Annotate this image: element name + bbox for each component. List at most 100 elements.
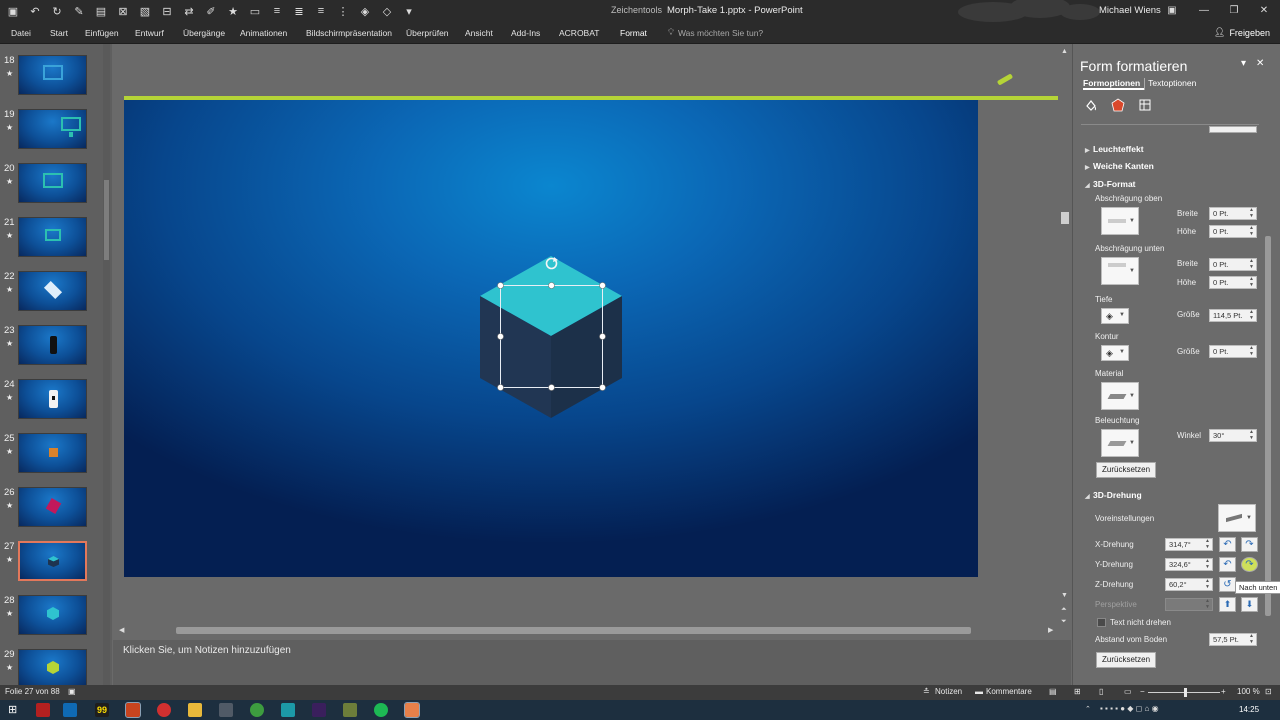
slideshow-view-icon[interactable]: ▭ bbox=[1124, 687, 1132, 696]
customize-qat-icon[interactable]: ▾ bbox=[400, 2, 418, 20]
tab-ansicht[interactable]: Ansicht bbox=[465, 28, 493, 38]
fill-icon[interactable]: ◈ bbox=[356, 2, 374, 20]
lighting-angle-input[interactable]: 30° ▲ ▼ bbox=[1209, 429, 1257, 442]
tab-formoptionen[interactable]: Formoptionen bbox=[1083, 78, 1145, 90]
delete-icon[interactable]: ⊠ bbox=[114, 2, 132, 20]
bevel-bottom-height-input[interactable]: 0 Pt. ▲ ▼ bbox=[1209, 276, 1257, 289]
resize-handle[interactable] bbox=[548, 384, 555, 391]
notes-button[interactable]: Notizen bbox=[935, 687, 962, 696]
notes-icon[interactable]: ≛ bbox=[923, 687, 930, 696]
slide-thumbnail-selected[interactable]: 27 ★ bbox=[0, 541, 112, 593]
scroll-right-icon[interactable]: ▶ bbox=[1048, 626, 1053, 634]
keep-text-flat-checkbox[interactable] bbox=[1097, 618, 1106, 627]
next-slide-icon[interactable]: ⏷ bbox=[1061, 618, 1067, 626]
section-weiche-kanten[interactable]: ▶ Weiche Kanten bbox=[1085, 161, 1154, 171]
undo-icon[interactable]: ↶ bbox=[26, 2, 44, 20]
keep-text-flat-label[interactable]: Text nicht drehen bbox=[1110, 618, 1171, 627]
tray-icons[interactable]: ▪ ▪ ▪ ▪ ● ◆ ◻ ⌂ ◉ bbox=[1100, 704, 1159, 713]
rotate-up-button[interactable]: ↶ bbox=[1219, 557, 1236, 572]
bevel-top-height-input[interactable]: 0 Pt. ▲ ▼ bbox=[1209, 225, 1257, 238]
tab-textoptionen[interactable]: Textoptionen bbox=[1144, 78, 1200, 90]
spin-arrows-icon[interactable]: ▲ ▼ bbox=[1249, 207, 1254, 219]
section-3d-drehung[interactable]: ◢ 3D-Drehung bbox=[1085, 490, 1142, 500]
notes-placeholder[interactable]: Klicken Sie, um Notizen hinzuzufügen bbox=[123, 645, 291, 656]
comments-icon[interactable]: ▬ bbox=[975, 687, 983, 696]
spellcheck-icon[interactable]: ▣ bbox=[68, 687, 76, 696]
align-left-icon[interactable]: ≡ bbox=[268, 2, 286, 20]
tab-uebergaenge[interactable]: Übergänge bbox=[183, 28, 225, 38]
distribute-icon[interactable]: ⋮ bbox=[334, 2, 352, 20]
slide-canvas[interactable] bbox=[124, 100, 978, 577]
picture-icon[interactable]: ▧ bbox=[136, 2, 154, 20]
slideshow-icon[interactable]: ▭ bbox=[246, 2, 264, 20]
tab-ueberpruefen[interactable]: Überprüfen bbox=[406, 28, 449, 38]
close-icon[interactable]: ✕ bbox=[1252, 3, 1276, 19]
lighting-dropdown[interactable]: ▼ bbox=[1101, 429, 1139, 457]
tab-entwurf[interactable]: Entwurf bbox=[135, 28, 164, 38]
reset-3d-rotation-button[interactable]: Zurücksetzen bbox=[1096, 652, 1157, 668]
spin-arrows-icon[interactable]: ▲ ▼ bbox=[1249, 309, 1254, 321]
acrobat-icon[interactable] bbox=[36, 703, 50, 717]
slide-thumbnail[interactable]: 19 ★ bbox=[0, 109, 112, 161]
align-right-icon[interactable]: ≡ bbox=[312, 2, 330, 20]
fit-slide-icon[interactable]: ⊡ bbox=[1265, 687, 1272, 696]
resize-handle[interactable] bbox=[497, 282, 504, 289]
spin-arrows-icon[interactable]: ▲ ▼ bbox=[1205, 578, 1210, 590]
rotate-left-button[interactable]: ↶ bbox=[1219, 537, 1236, 552]
bevel-top-dropdown[interactable]: ▼ bbox=[1101, 207, 1139, 235]
file-explorer-icon[interactable] bbox=[188, 703, 202, 717]
pane-close-icon[interactable]: ✕ bbox=[1256, 58, 1264, 69]
x-rotation-input[interactable]: 314,7° ▲ ▼ bbox=[1165, 538, 1213, 551]
spin-arrows-icon[interactable]: ▲ ▼ bbox=[1205, 538, 1210, 550]
slide-thumbnail[interactable]: 26 ★ bbox=[0, 487, 112, 539]
align-icon[interactable]: ⊟ bbox=[158, 2, 176, 20]
tab-datei[interactable]: Datei bbox=[11, 28, 31, 38]
ribbon-display-icon[interactable]: ▣ bbox=[1160, 3, 1184, 19]
scrollbar-thumb[interactable] bbox=[104, 180, 109, 260]
size-properties-icon[interactable] bbox=[1136, 96, 1154, 114]
scrollbar-thumb[interactable] bbox=[1061, 212, 1069, 224]
rotate-counterclockwise-button[interactable]: ↺ bbox=[1219, 577, 1236, 592]
slide-thumbnail[interactable]: 29 ★ bbox=[0, 649, 112, 685]
opera-icon[interactable] bbox=[157, 703, 171, 717]
slide-thumbnail[interactable]: 23 ★ bbox=[0, 325, 112, 377]
spotify-icon[interactable] bbox=[374, 703, 388, 717]
spin-arrows-icon[interactable]: ▲ ▼ bbox=[1249, 345, 1254, 357]
arrange-icon[interactable]: ⇄ bbox=[180, 2, 198, 20]
windows-start-icon[interactable]: ⊞ bbox=[8, 703, 17, 716]
depth-color-dropdown[interactable]: ◈ ▼ bbox=[1101, 308, 1129, 324]
material-dropdown[interactable]: ▼ bbox=[1101, 382, 1139, 410]
resize-handle[interactable] bbox=[548, 282, 555, 289]
section-leuchteffekt[interactable]: ▶ Leuchteffekt bbox=[1085, 144, 1144, 154]
slide-thumbnail[interactable]: 20 ★ bbox=[0, 163, 112, 215]
pane-options-icon[interactable]: ▾ bbox=[1241, 58, 1246, 69]
normal-view-icon[interactable]: ▤ bbox=[1049, 687, 1057, 696]
tell-me-box[interactable]: 💡︎ Was möchten Sie tun? bbox=[668, 27, 763, 38]
scroll-down-icon[interactable]: ▼ bbox=[1061, 592, 1068, 599]
perspective-decrease-button[interactable]: ⬇ bbox=[1241, 597, 1258, 612]
tab-start[interactable]: Start bbox=[50, 28, 68, 38]
reset-3d-format-button[interactable]: Zurücksetzen bbox=[1096, 462, 1157, 478]
spin-arrows-icon[interactable]: ▲ ▼ bbox=[1249, 225, 1254, 237]
premiere-icon[interactable] bbox=[312, 703, 326, 717]
tab-format[interactable]: Format bbox=[620, 28, 647, 38]
rotate-right-button[interactable]: ↷ bbox=[1241, 537, 1258, 552]
resize-handle[interactable] bbox=[599, 282, 606, 289]
scroll-left-icon[interactable]: ◀ bbox=[119, 626, 124, 634]
thumbnail-scrollbar[interactable] bbox=[103, 44, 110, 685]
clock[interactable]: 14:25 bbox=[1239, 705, 1259, 714]
contour-size-input[interactable]: 0 Pt. ▲ ▼ bbox=[1209, 345, 1257, 358]
resize-handle[interactable] bbox=[599, 384, 606, 391]
share-button[interactable]: 👤︎ Freigeben bbox=[1214, 27, 1270, 38]
tab-animationen[interactable]: Animationen bbox=[240, 28, 287, 38]
resize-handle[interactable] bbox=[497, 333, 504, 340]
y-rotation-input[interactable]: 324,6° ▲ ▼ bbox=[1165, 558, 1213, 571]
bevel-top-width-input[interactable]: 0 Pt. ▲ ▼ bbox=[1209, 207, 1257, 220]
bevel-bottom-width-input[interactable]: 0 Pt. ▲ ▼ bbox=[1209, 258, 1257, 271]
rotation-presets-dropdown[interactable]: ▼ bbox=[1218, 504, 1256, 532]
slide-thumbnail[interactable]: 24 ★ bbox=[0, 379, 112, 431]
slide-thumbnail[interactable]: 25 ★ bbox=[0, 433, 112, 485]
section-3d-format[interactable]: ◢ 3D-Format bbox=[1085, 179, 1136, 189]
scrollbar-thumb[interactable] bbox=[1265, 236, 1271, 616]
star-icon[interactable]: ★ bbox=[224, 2, 242, 20]
